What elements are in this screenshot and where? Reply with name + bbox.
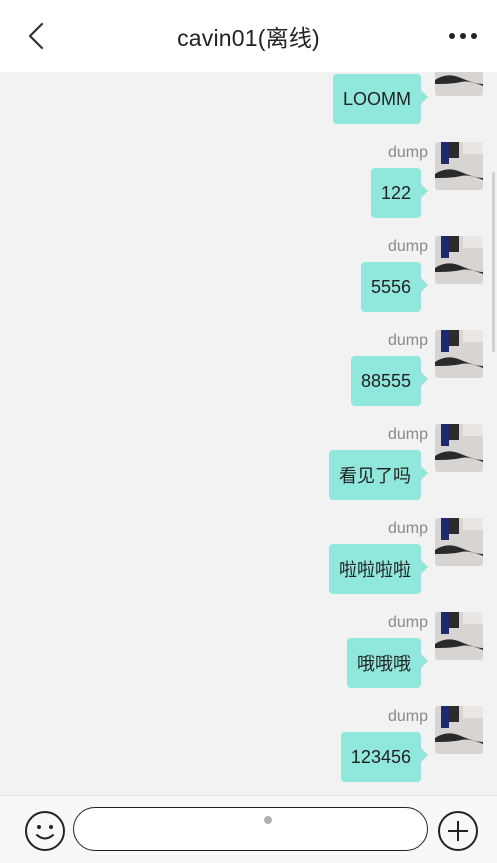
message-bubble[interactable]: 哦哦哦 — [347, 638, 428, 688]
more-button[interactable] — [445, 22, 481, 50]
sender-name: dump — [387, 614, 428, 631]
chat-screen: cavin01(离线) LOOMM dump 122 dump 5556 dum… — [0, 0, 497, 863]
sender-name: dump — [387, 426, 428, 443]
message-bubble[interactable]: 123456 — [340, 732, 429, 782]
message-bubble[interactable]: LOOMM — [332, 74, 429, 124]
message-bubble[interactable]: 5556 — [360, 262, 429, 312]
message-item: dump 看见了吗 — [13, 424, 483, 514]
chevron-left-icon — [28, 22, 44, 50]
avatar[interactable] — [435, 236, 483, 284]
sender-name: dump — [387, 144, 428, 161]
avatar[interactable] — [435, 72, 483, 96]
emoji-button[interactable] — [24, 810, 66, 852]
sender-name: dump — [387, 520, 428, 537]
back-button[interactable] — [18, 18, 54, 54]
plus-icon — [438, 811, 478, 851]
avatar[interactable] — [435, 706, 483, 754]
message-bubble[interactable]: 啦啦啦啦 — [329, 544, 428, 594]
avatar[interactable] — [435, 612, 483, 660]
message-list[interactable]: LOOMM dump 122 dump 5556 dump 88555 dump… — [0, 72, 497, 795]
message-item: dump 122 — [13, 142, 483, 232]
emoji-icon — [25, 811, 65, 851]
message-bubble[interactable]: 88555 — [350, 356, 429, 406]
avatar[interactable] — [435, 330, 483, 378]
more-horizontal-icon — [449, 33, 477, 39]
avatar[interactable] — [435, 142, 483, 190]
message-bubble[interactable]: 122 — [370, 168, 429, 218]
avatar[interactable] — [435, 518, 483, 566]
sender-name: dump — [387, 238, 428, 255]
message-item: dump 哦哦哦 — [13, 612, 483, 702]
message-item: dump 5556 — [13, 236, 483, 326]
chat-title: cavin01(离线) — [177, 25, 320, 51]
input-bar — [0, 795, 497, 863]
chat-header: cavin01(离线) — [0, 0, 497, 72]
message-item: LOOMM — [13, 72, 483, 138]
sender-name: dump — [387, 708, 428, 725]
plus-button[interactable] — [437, 810, 479, 852]
message-input[interactable] — [73, 807, 428, 851]
avatar[interactable] — [435, 424, 483, 472]
sender-name: dump — [387, 332, 428, 349]
input-cursor-indicator — [264, 816, 272, 824]
message-item: dump 啦啦啦啦 — [13, 518, 483, 608]
message-item: dump 88555 — [13, 330, 483, 420]
message-item: dump 123456 — [13, 706, 483, 795]
message-bubble[interactable]: 看见了吗 — [329, 450, 428, 500]
scrollbar[interactable] — [492, 172, 495, 352]
